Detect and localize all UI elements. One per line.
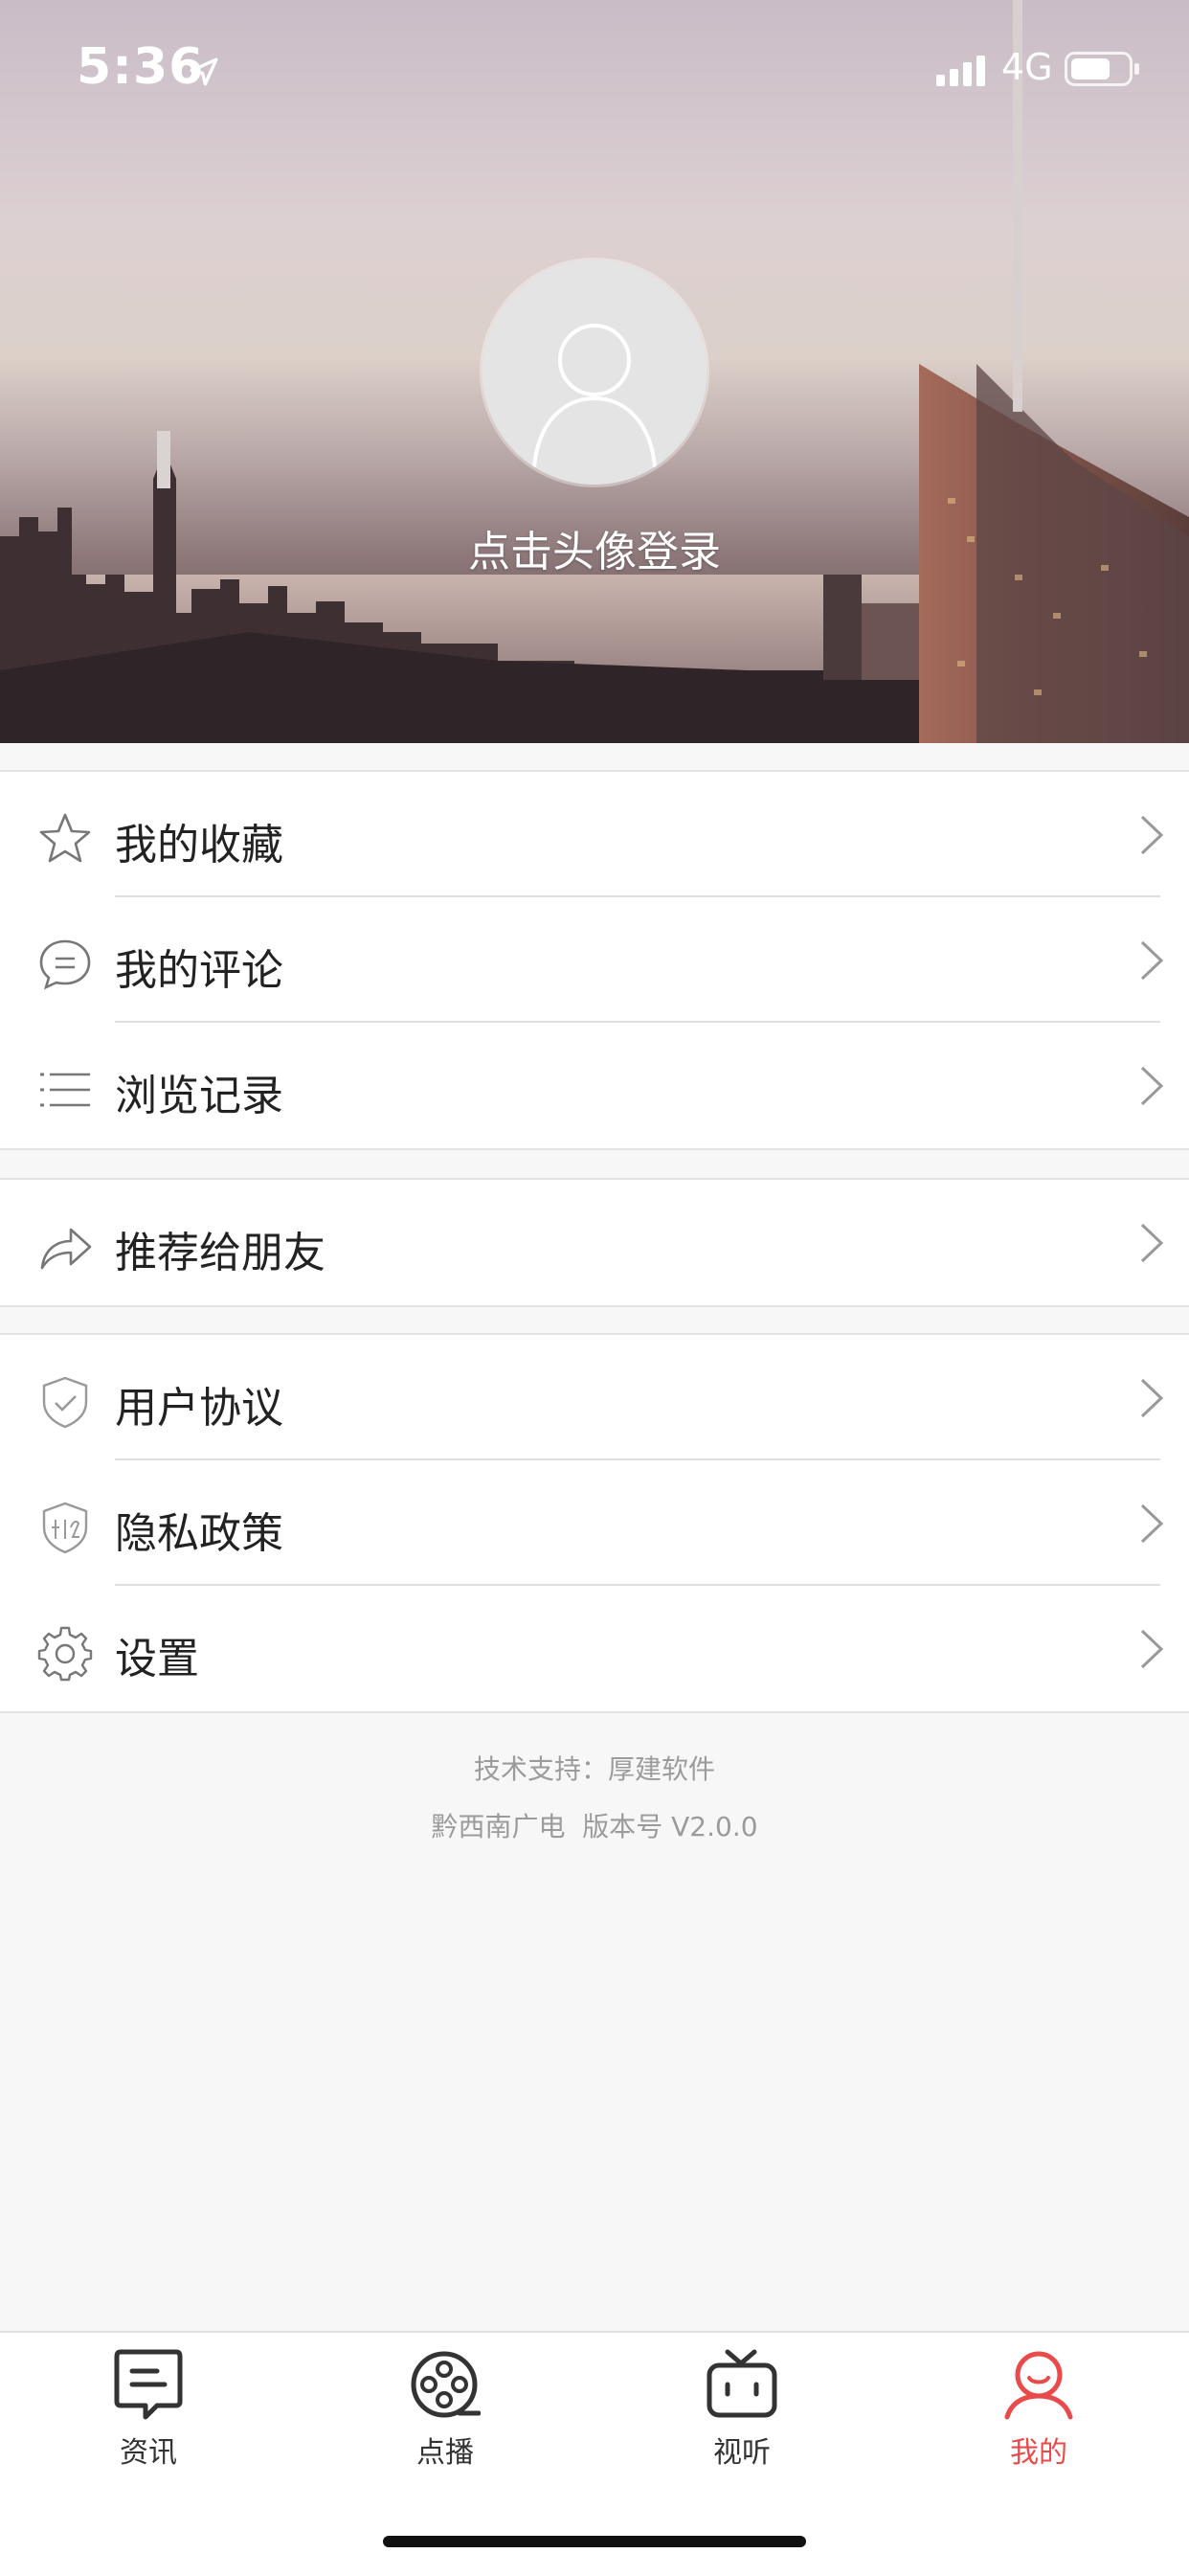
tab-vod[interactable]: 点播 xyxy=(297,2333,594,2486)
list-icon xyxy=(40,1073,90,1107)
menu-group-share: 推荐给朋友 xyxy=(0,1178,1189,1307)
tech-support-text: 技术支持：厚建软件 xyxy=(473,1753,715,1785)
chevron-right-icon xyxy=(1140,1066,1164,1106)
news-icon xyxy=(114,2349,183,2420)
menu-item-label: 推荐给朋友 xyxy=(115,1229,325,1277)
comment-icon xyxy=(39,939,91,990)
battery-icon xyxy=(1065,52,1139,86)
tab-label: 我的 xyxy=(1010,2436,1067,2470)
chevron-right-icon xyxy=(1140,1223,1164,1263)
user-placeholder-icon xyxy=(532,324,657,468)
menu-item-user-agreement[interactable]: 用户协议 xyxy=(0,1335,1189,1460)
tab-label: 资讯 xyxy=(120,2436,177,2470)
menu-item-label: 设置 xyxy=(115,1635,199,1683)
chevron-right-icon xyxy=(1140,1629,1164,1669)
home-indicator xyxy=(383,2536,806,2547)
menu-item-label: 用户协议 xyxy=(115,1384,283,1433)
network-type: 4G xyxy=(1001,46,1053,88)
privacy-shield-icon xyxy=(42,1502,88,1554)
menu-item-label: 隐私政策 xyxy=(115,1509,283,1558)
avatar[interactable] xyxy=(482,260,707,485)
menu-item-privacy-policy[interactable]: 隐私政策 xyxy=(0,1460,1189,1586)
gear-icon xyxy=(37,1626,93,1682)
tab-mine[interactable]: 我的 xyxy=(890,2333,1187,2486)
chevron-right-icon xyxy=(1140,1378,1164,1418)
menu-item-settings[interactable]: 设置 xyxy=(0,1586,1189,1711)
menu-item-label: 我的评论 xyxy=(115,946,283,995)
menu-item-recommend[interactable]: 推荐给朋友 xyxy=(0,1180,1189,1305)
tab-av[interactable]: 视听 xyxy=(594,2333,890,2486)
tab-label: 视听 xyxy=(713,2436,771,2470)
star-icon xyxy=(39,813,91,863)
film-reel-icon xyxy=(411,2351,481,2418)
menu-item-comments[interactable]: 我的评论 xyxy=(0,897,1189,1023)
menu-item-history[interactable]: 浏览记录 xyxy=(0,1023,1189,1148)
tab-label: 点播 xyxy=(416,2436,474,2470)
menu-item-label: 浏览记录 xyxy=(115,1072,283,1120)
user-icon xyxy=(1004,2351,1073,2420)
shield-check-icon xyxy=(42,1376,88,1429)
chevron-right-icon xyxy=(1140,1503,1164,1544)
menu-item-label: 我的收藏 xyxy=(115,821,283,870)
share-icon xyxy=(40,1228,92,1270)
status-bar: 5:36 4G xyxy=(0,0,1189,134)
location-arrow-icon xyxy=(190,57,218,86)
chevron-right-icon xyxy=(1140,815,1164,855)
status-time: 5:36 xyxy=(77,38,205,96)
menu-group-personal: 我的收藏 我的评论 浏览记录 xyxy=(0,770,1189,1150)
chevron-right-icon xyxy=(1140,940,1164,981)
menu-item-favorites[interactable]: 我的收藏 xyxy=(0,772,1189,897)
tv-icon xyxy=(707,2349,777,2418)
tab-news[interactable]: 资讯 xyxy=(0,2333,297,2486)
login-prompt[interactable]: 点击头像登录 xyxy=(0,517,1189,578)
profile-header: 5:36 4G 点击头像登录 xyxy=(0,0,1189,743)
cellular-signal-icon xyxy=(936,56,985,86)
menu-group-legal: 用户协议 隐私政策 设置 xyxy=(0,1333,1189,1713)
version-text: 黔西南广电 版本号 V2.0.0 xyxy=(431,1811,758,1842)
